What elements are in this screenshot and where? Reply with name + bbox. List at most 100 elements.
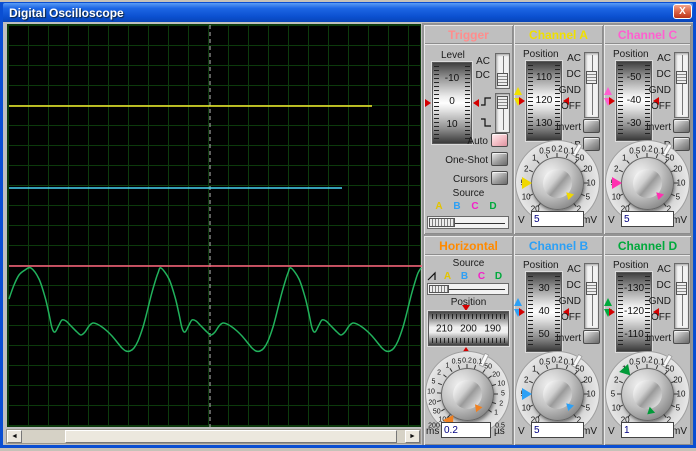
slider-thumb[interactable] [429,285,449,293]
dial-marker-left [609,97,615,105]
knob-scale-label: 10 [611,403,621,413]
coupling-ac-label: AC [657,264,671,275]
coupling-gnd-label: GND [558,85,581,96]
waveform-d [8,266,422,353]
knob-scale-label: 5 [610,389,616,399]
scroll-right-button[interactable]: ► [405,430,420,443]
knob-scale-label: 10 [676,178,686,188]
invert-button[interactable] [583,330,600,344]
oneshot-label: One-Shot [445,155,488,166]
switch-thumb[interactable] [676,282,687,295]
unit-volts-label: V [608,426,615,437]
trigger-ac-label: AC [476,56,490,67]
horizontal-panel: Horizontal Source A B C D Position 210 2… [424,236,513,445]
slider-thumb[interactable] [429,218,455,227]
knob-scale-label: 0.1 [472,358,483,366]
cursors-button[interactable] [491,171,508,185]
channel-title: Channel C [605,26,690,44]
dial-marker-left [609,308,615,316]
knob-scale-label: 50 [575,153,585,163]
scale-value-input[interactable] [531,422,584,438]
coupling-switch[interactable] [674,52,689,118]
auto-label: Auto [467,136,488,147]
coupling-switch[interactable] [674,263,689,329]
knob-scale-label: 0.5 [451,358,462,366]
scroll-left-button[interactable]: ◄ [7,430,22,443]
unit-millivolts-label: mV [582,215,597,226]
coupling-gnd-label: GND [648,296,671,307]
knob-scale-label: 10 [586,178,596,188]
scope-display [7,24,422,428]
channel-d-panel: Channel D Position -130 -120 -110 AC DC … [604,236,691,445]
switch-thumb[interactable] [497,73,508,86]
timebase-value-input[interactable] [441,422,491,438]
coupling-ac-label: AC [657,53,671,64]
invert-button[interactable] [673,119,690,133]
arrow-up-icon[interactable] [514,87,522,95]
coupling-switch[interactable] [584,263,599,329]
switch-thumb[interactable] [586,282,597,295]
knob-scale-label: 2 [523,164,529,174]
arrow-up-icon[interactable] [604,87,612,95]
coupling-ac-label: AC [567,53,581,64]
level-tick: 10 [446,119,458,130]
dial-marker-left [519,97,525,105]
switch-thumb[interactable] [497,96,508,109]
horizontal-title: Horizontal [425,237,512,255]
knob-scale-label: 50 [484,363,493,371]
unit-volts-label: V [518,426,525,437]
knob-scale-label: 1 [445,362,450,370]
invert-button[interactable] [673,330,690,344]
invert-label: Invert [555,122,581,133]
knob-scale-label: 20 [673,164,683,174]
close-button[interactable]: X [673,4,692,19]
source-a-label: A [443,271,452,282]
knob-scale-label: 0.5 [629,357,641,367]
knob-scale-label: 20 [428,399,437,407]
knob-scale-label: 0.1 [563,146,575,156]
unit-millivolts-label: mV [672,426,687,437]
scale-value-input[interactable] [621,211,674,227]
dial-marker-left [519,308,525,316]
coupling-switch[interactable] [584,52,599,118]
trigger-edge-switch[interactable] [495,93,510,133]
arrow-up-icon[interactable] [514,298,522,306]
knob-scale-label: 50 [575,364,585,374]
trigger-source-slider[interactable] [427,216,509,229]
horizontal-source-slider[interactable] [427,283,509,295]
knob-tick [616,393,621,395]
knob-scale-label: 1 [532,153,537,163]
trigger-source-label: Source [452,188,485,199]
h-scrollbar[interactable]: ◄ ► [6,429,421,444]
oneshot-button[interactable] [491,152,508,166]
scale-value-input[interactable] [531,211,584,227]
coupling-gnd-label: GND [648,85,671,96]
horizontal-position-dial[interactable]: 210 200 190 [428,311,509,346]
unit-us-label: µs [494,426,505,437]
switch-thumb[interactable] [586,71,597,84]
knob-scale-label: 1 [494,409,499,417]
trigger-coupling-switch[interactable] [495,53,510,89]
unit-millivolts-label: mV [582,426,597,437]
scale-value-input[interactable] [621,422,674,438]
cursors-label: Cursors [452,174,488,185]
knob-scale-label: 20 [492,371,501,379]
knob-scale-label: 0.1 [563,357,575,367]
knob-scale-label: 50 [665,364,675,374]
invert-button[interactable] [583,119,600,133]
auto-button[interactable] [491,133,508,147]
falling-edge-icon [481,118,491,127]
unit-volts-label: V [608,215,615,226]
scroll-left-icon: ◄ [11,433,18,440]
knob-scale-label: 0.5 [539,357,551,367]
knob-scale-label: 50 [432,408,441,416]
arrow-up-icon[interactable] [604,298,612,306]
source-c-label: C [471,201,479,212]
screen: Digital Oscilloscope X ◄ ► Trigger Level… [0,0,696,451]
switch-thumb[interactable] [676,71,687,84]
window-title: Digital Oscilloscope [9,5,124,20]
close-icon: X [679,6,686,17]
level-marker-left [425,99,431,107]
source-a-label: A [435,201,443,212]
scroll-thumb[interactable] [65,430,397,443]
